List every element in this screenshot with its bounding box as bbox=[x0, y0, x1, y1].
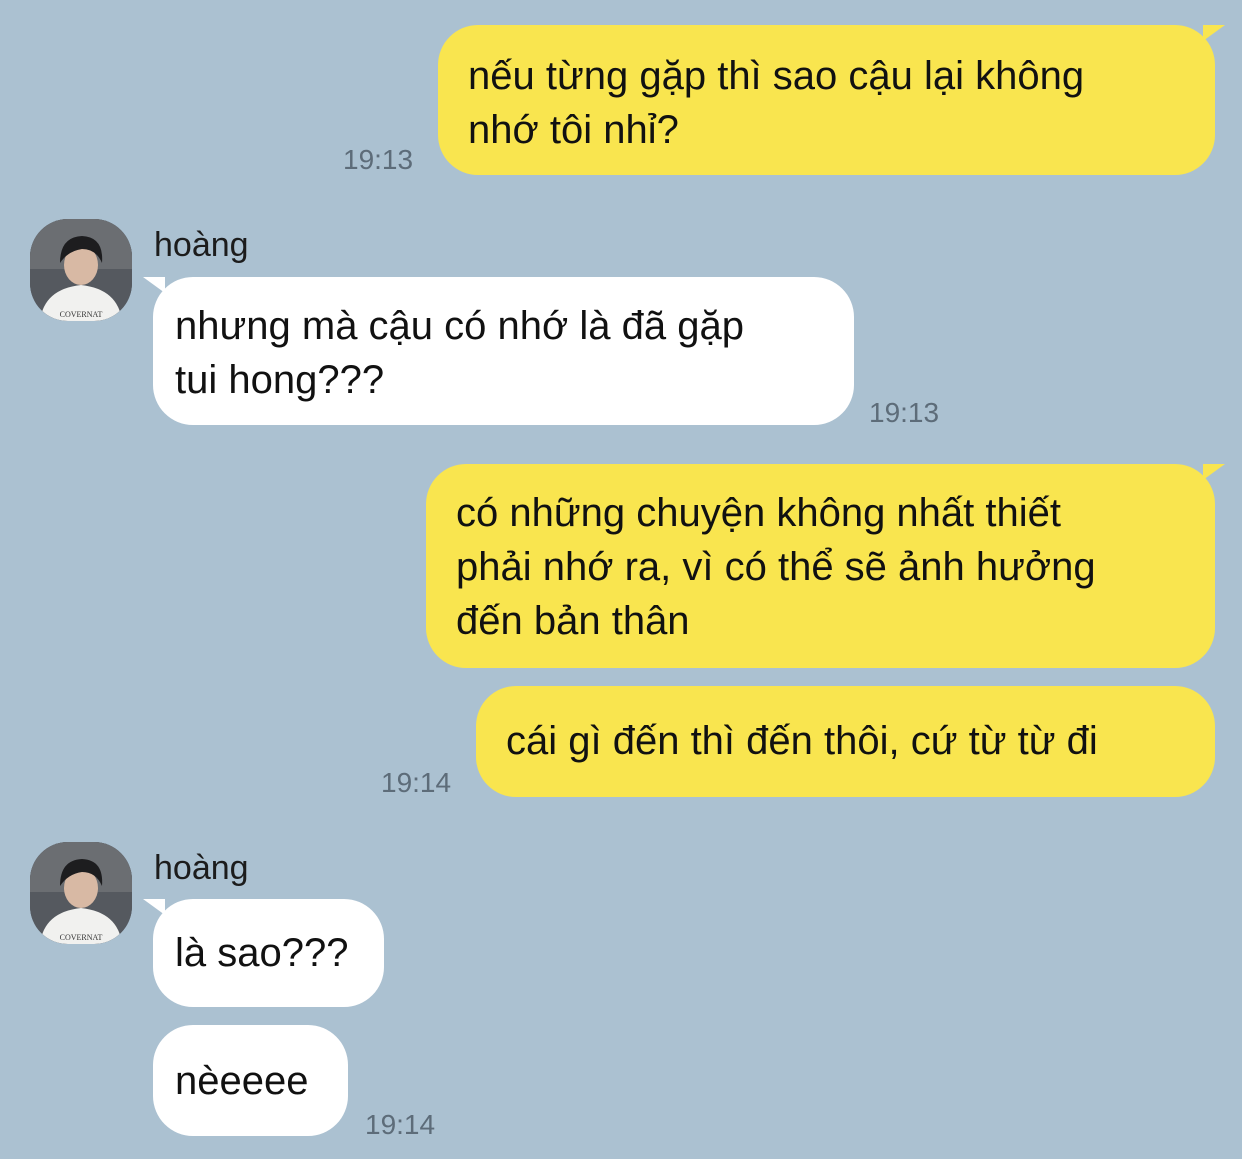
svg-text:COVERNAT: COVERNAT bbox=[60, 310, 103, 319]
message-bubble-outgoing[interactable]: cái gì đến thì đến thôi, cứ từ từ đi bbox=[476, 686, 1215, 797]
chat-conversation[interactable]: nếu từng gặp thì sao cậu lại không nhớ t… bbox=[0, 0, 1242, 1159]
message-timestamp: 19:14 bbox=[381, 767, 452, 798]
message-timestamp: 19:14 bbox=[365, 1109, 436, 1140]
svg-text:COVERNAT: COVERNAT bbox=[60, 933, 103, 942]
message-text: nhưng mà cậu có nhớ là đã gặp tui hong??… bbox=[175, 304, 744, 402]
sender-name: hoàng bbox=[154, 849, 249, 887]
message-bubble-incoming[interactable]: là sao??? bbox=[143, 899, 384, 1007]
message-timestamp: 19:13 bbox=[869, 397, 940, 428]
message-timestamp: 19:13 bbox=[343, 144, 414, 175]
message-bubble-incoming[interactable]: nèeeee bbox=[153, 1025, 348, 1136]
bubble-tail bbox=[1203, 464, 1225, 480]
bubble-tail bbox=[143, 899, 165, 915]
profile-photo-icon: COVERNAT bbox=[30, 842, 132, 944]
message-text: nèeeee bbox=[175, 1059, 309, 1103]
message-text: là sao??? bbox=[175, 931, 349, 975]
bubble-tail bbox=[143, 277, 165, 293]
message-bubble-outgoing[interactable]: có những chuyện không nhất thiết phải nh… bbox=[426, 464, 1225, 668]
message-text: có những chuyện không nhất thiết phải nh… bbox=[456, 491, 1096, 643]
bubble-tail bbox=[1203, 25, 1225, 41]
sender-name: hoàng bbox=[154, 226, 249, 264]
profile-photo-icon: COVERNAT bbox=[30, 219, 132, 321]
message-bubble-outgoing[interactable]: nếu từng gặp thì sao cậu lại không nhớ t… bbox=[438, 25, 1225, 175]
message-text: nếu từng gặp thì sao cậu lại không nhớ t… bbox=[468, 54, 1085, 152]
avatar[interactable]: COVERNAT bbox=[30, 219, 132, 321]
message-bubble-incoming[interactable]: nhưng mà cậu có nhớ là đã gặp tui hong??… bbox=[143, 277, 854, 425]
message-text: cái gì đến thì đến thôi, cứ từ từ đi bbox=[506, 719, 1098, 763]
avatar[interactable]: COVERNAT bbox=[30, 842, 132, 944]
